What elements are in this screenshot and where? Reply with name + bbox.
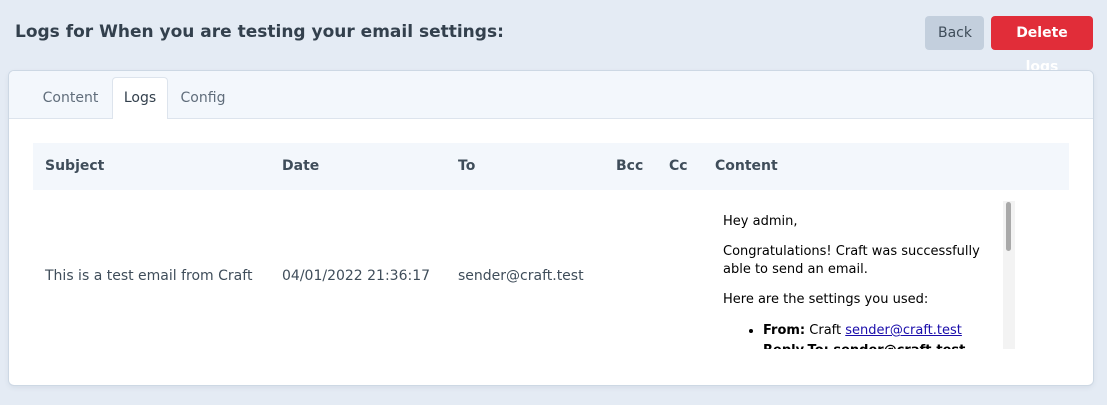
cell-subject: This is a test email from Craft — [45, 268, 253, 284]
column-header-subject: Subject — [45, 158, 105, 174]
column-header-to: To — [458, 158, 476, 174]
cell-to: sender@craft.test — [458, 268, 584, 284]
page-header: Logs for When you are testing your email… — [0, 0, 1107, 75]
email-congrats: Congratulations! Craft was successfully … — [723, 244, 980, 277]
column-header-bcc: Bcc — [616, 158, 644, 174]
page-title: Logs for When you are testing your email… — [15, 22, 504, 42]
email-from-link[interactable]: sender@craft.test — [845, 323, 962, 338]
logs-card: Content Logs Config Subject Date To Bcc … — [9, 71, 1093, 385]
content-scrollbar[interactable] — [1003, 201, 1015, 349]
tab-logs[interactable]: Logs — [112, 77, 168, 119]
tab-content[interactable]: Content — [33, 78, 108, 118]
email-settings-list: From: Craft sender@craft.test Reply-To: … — [723, 321, 989, 349]
column-header-date: Date — [282, 158, 320, 174]
cell-date: 04/01/2022 21:36:17 — [282, 268, 431, 284]
column-header-cc: Cc — [669, 158, 688, 174]
scrollbar-thumb[interactable] — [1006, 202, 1011, 251]
tab-bar: Content Logs Config — [9, 71, 1093, 119]
delete-logs-button[interactable]: Delete logs — [991, 16, 1093, 75]
email-from-label: From: — [763, 323, 806, 338]
email-greeting: Hey admin, — [723, 214, 798, 229]
email-from-name: Craft — [809, 323, 842, 338]
email-content-preview[interactable]: Hey admin, Congratulations! Craft was su… — [709, 201, 1015, 349]
back-button[interactable]: Back — [925, 16, 984, 50]
table-header: Subject Date To Bcc Cc Content — [33, 143, 1069, 190]
email-from-item: From: Craft sender@craft.test — [763, 321, 989, 341]
column-header-content: Content — [715, 158, 778, 174]
email-reply-to-item: Reply-To: sender@craft.test — [763, 341, 989, 349]
email-settings-intro: Here are the settings you used: — [723, 292, 929, 307]
tab-config[interactable]: Config — [172, 78, 234, 118]
